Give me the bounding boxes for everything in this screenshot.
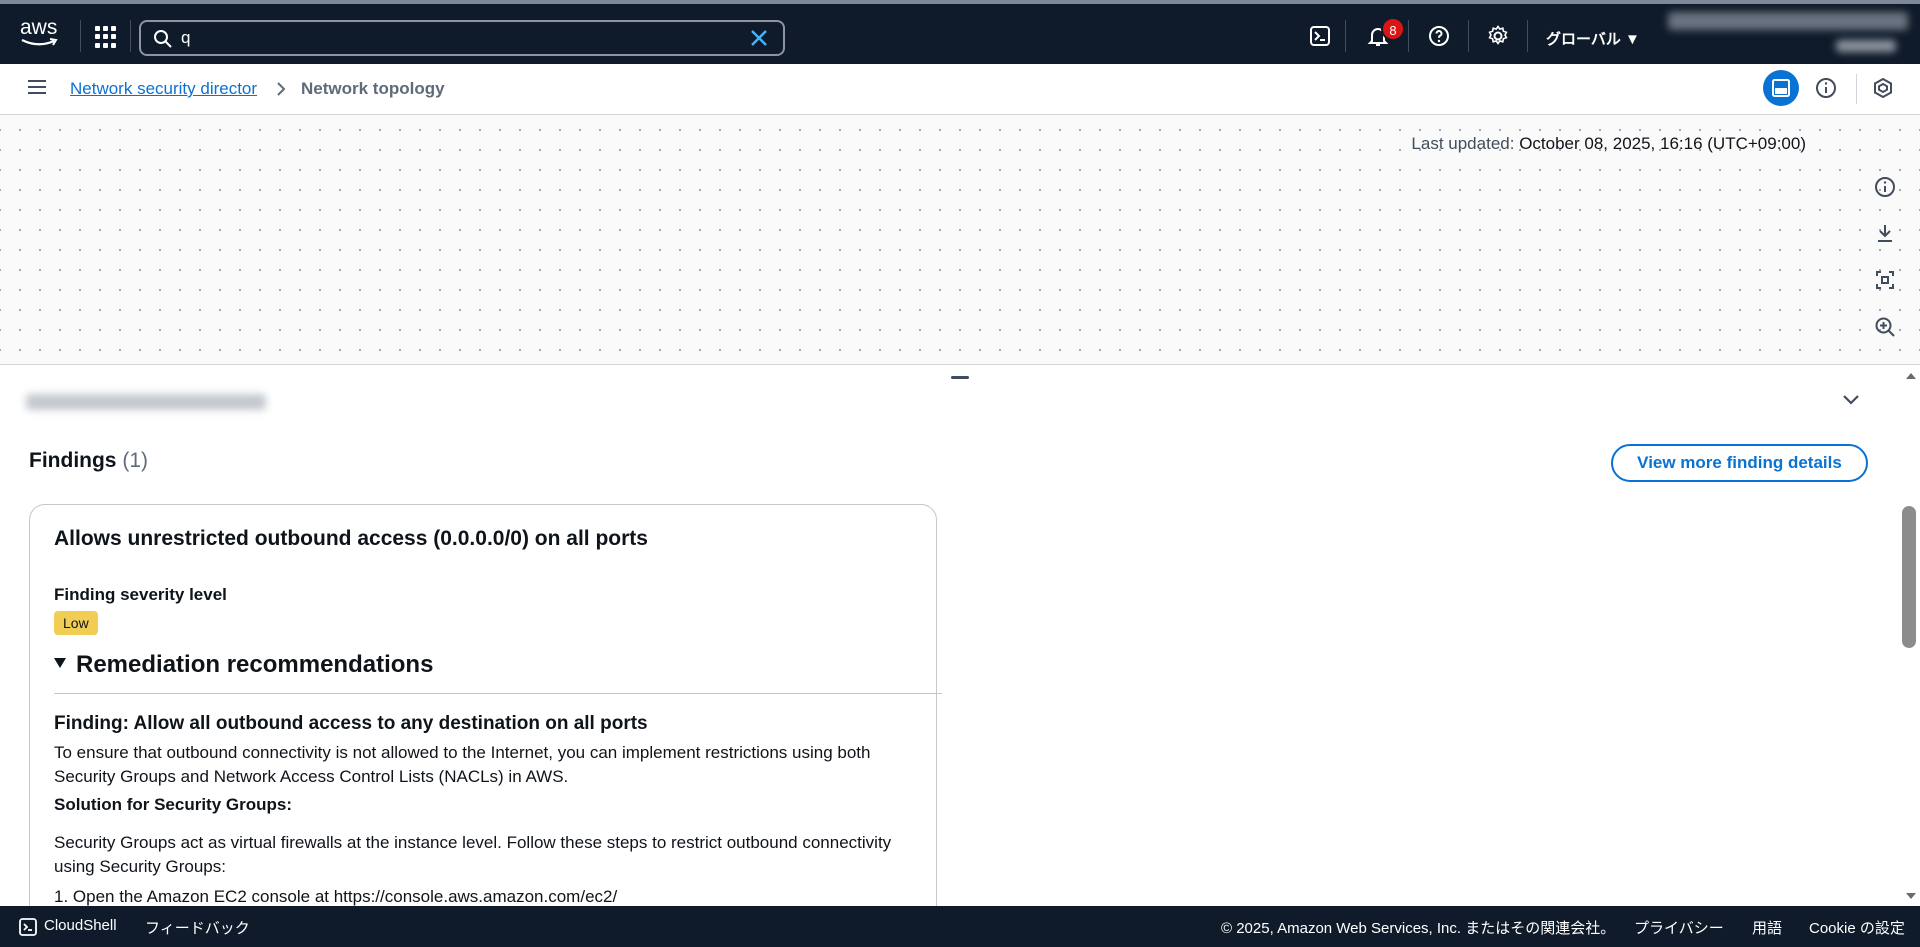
footer-terms-link[interactable]: 用語: [1752, 917, 1782, 938]
clear-search-icon[interactable]: [749, 28, 769, 48]
split-panel: Findings (1) View more finding details A…: [0, 366, 1900, 906]
gear-icon[interactable]: [1486, 24, 1510, 48]
cloudshell-icon: [19, 918, 37, 936]
hamburger-menu-icon[interactable]: [28, 80, 46, 94]
account-menu[interactable]: [1668, 12, 1908, 62]
aws-logo-text: aws: [20, 16, 58, 39]
remediation-heading: Remediation recommendations: [76, 651, 434, 678]
divider: [1468, 20, 1469, 52]
last-updated-value: October 08, 2025, 16:16 (UTC+09:00): [1519, 134, 1806, 153]
finding-subheading: Finding: Allow all outbound access to an…: [54, 713, 648, 734]
topology-canvas[interactable]: Last updated: October 08, 2025, 16:16 (U…: [0, 115, 1920, 365]
solution-description: Security Groups act as virtual firewalls…: [54, 833, 892, 876]
divider: [130, 20, 131, 52]
divider: [1408, 20, 1409, 52]
notification-badge: 8: [1381, 17, 1405, 41]
divider: [1527, 20, 1528, 52]
last-updated: Last updated: October 08, 2025, 16:16 (U…: [1411, 134, 1806, 154]
fit-to-screen-icon[interactable]: [1874, 269, 1896, 291]
panel-layout-icon: [1772, 79, 1790, 97]
cloudshell-icon[interactable]: [1308, 24, 1332, 48]
info-icon[interactable]: [1874, 176, 1896, 198]
top-navigation: aws 8: [0, 0, 1920, 64]
breadcrumb-bar: Network security director Network topolo…: [0, 64, 1920, 115]
footer-cookie-link[interactable]: Cookie の設定: [1809, 917, 1905, 938]
footer-copyright: © 2025, Amazon Web Services, Inc. またはその関…: [1221, 920, 1616, 937]
remediation-intro: To ensure that outbound connectivity is …: [54, 743, 871, 786]
hexagon-icon[interactable]: [1872, 77, 1894, 99]
findings-label: Findings: [29, 449, 117, 472]
scroll-up-icon[interactable]: [1905, 372, 1917, 380]
divider: [54, 693, 942, 694]
zoom-in-icon[interactable]: [1874, 316, 1896, 338]
divider: [1856, 74, 1857, 104]
divider: [1345, 20, 1346, 52]
footer-privacy-link[interactable]: プライバシー: [1634, 917, 1724, 938]
chevron-right-icon: [277, 82, 286, 96]
breadcrumb-current: Network topology: [301, 79, 445, 98]
search-icon: [154, 30, 172, 48]
step-item: 1. Open the Amazon EC2 console at https:…: [54, 887, 618, 906]
region-selector[interactable]: グローバル ▼: [1546, 28, 1640, 49]
help-icon[interactable]: [1427, 24, 1451, 48]
aws-smile-icon: [21, 38, 58, 46]
search-box[interactable]: [139, 20, 785, 56]
remediation-expander[interactable]: Remediation recommendations: [54, 651, 433, 679]
split-panel-toggle[interactable]: [1763, 70, 1799, 106]
findings-count: (1): [122, 449, 149, 472]
aws-logo[interactable]: aws: [20, 16, 60, 50]
scroll-down-icon[interactable]: [1905, 892, 1917, 900]
severity-label: Finding severity level: [54, 585, 227, 604]
breadcrumb-link[interactable]: Network security director: [70, 79, 257, 99]
last-updated-label: Last updated:: [1411, 134, 1515, 153]
download-icon[interactable]: [1874, 222, 1896, 244]
finding-title: Allows unrestricted outbound access (0.0…: [54, 527, 648, 550]
footer-feedback-link[interactable]: フィードバック: [145, 917, 250, 938]
findings-heading: Findings (1): [29, 449, 148, 473]
resource-id: [26, 392, 276, 412]
chevron-down-icon[interactable]: [1842, 394, 1860, 406]
divider: [80, 20, 81, 52]
view-more-finding-details-button[interactable]: View more finding details: [1611, 444, 1868, 482]
solution-heading: Solution for Security Groups:: [54, 795, 293, 814]
finding-card: Allows unrestricted outbound access (0.0…: [29, 504, 942, 906]
severity-badge: Low: [54, 611, 98, 635]
services-menu-icon[interactable]: [95, 26, 117, 48]
scrollbar-thumb[interactable]: [1902, 506, 1916, 648]
resize-handle[interactable]: [951, 376, 969, 379]
search-input[interactable]: [181, 26, 741, 50]
footer: CloudShell フィードバック © 2025, Amazon Web Se…: [0, 906, 1920, 947]
info-icon[interactable]: [1815, 77, 1837, 99]
caret-down-icon: [54, 658, 66, 668]
footer-cloudshell-link[interactable]: CloudShell: [44, 917, 117, 934]
